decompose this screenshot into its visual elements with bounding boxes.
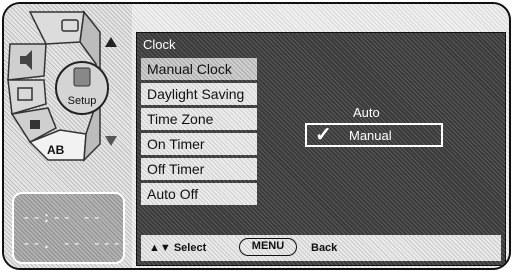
wheel-down-arrow-icon[interactable] [105, 136, 117, 146]
menu-item-auto-off[interactable]: Auto Off [141, 183, 257, 205]
menu-item-on-timer[interactable]: On Timer [141, 133, 257, 155]
category-wheel: AB Setup [7, 10, 109, 162]
option-manual-label: Manual [349, 128, 392, 143]
setup-label: Setup [68, 95, 97, 107]
osd-frame: AB Setup --:-- -- --. -- ---- Clock Manu… [2, 2, 511, 270]
footer-hint-bar: ▲▼ Select MENU Back [141, 235, 501, 261]
clock-display: --:-- -- --. -- ---- [12, 192, 131, 264]
select-hint: ▲▼ Select [149, 242, 207, 254]
menu-item-daylight-saving[interactable]: Daylight Saving [141, 83, 257, 105]
option-manual[interactable]: ✓ Manual [305, 123, 443, 147]
wheel-segment-tv[interactable] [28, 11, 85, 45]
setup-icon [73, 67, 91, 87]
menu-item-manual-clock[interactable]: Manual Clock [141, 58, 257, 80]
check-icon: ✓ [315, 124, 332, 146]
panel-title: Clock [143, 37, 176, 52]
display-time: --:-- -- [22, 208, 103, 226]
option-auto[interactable]: Auto [353, 105, 380, 120]
back-hint: Back [311, 242, 338, 254]
language-icon: AB [47, 143, 65, 157]
clock-menu: Manual Clock Daylight Saving Time Zone O… [141, 58, 257, 208]
lock-icon [30, 120, 40, 129]
menu-item-off-timer[interactable]: Off Timer [141, 158, 257, 180]
menu-item-time-zone[interactable]: Time Zone [141, 108, 257, 130]
menu-button[interactable]: MENU [239, 238, 297, 256]
clock-panel: Clock Manual Clock Daylight Saving Time … [136, 32, 506, 266]
left-column: AB Setup --:-- -- --. -- ---- [4, 4, 132, 268]
display-date: --. -- ---- [22, 234, 133, 252]
wheel-up-arrow-icon[interactable] [105, 37, 117, 47]
